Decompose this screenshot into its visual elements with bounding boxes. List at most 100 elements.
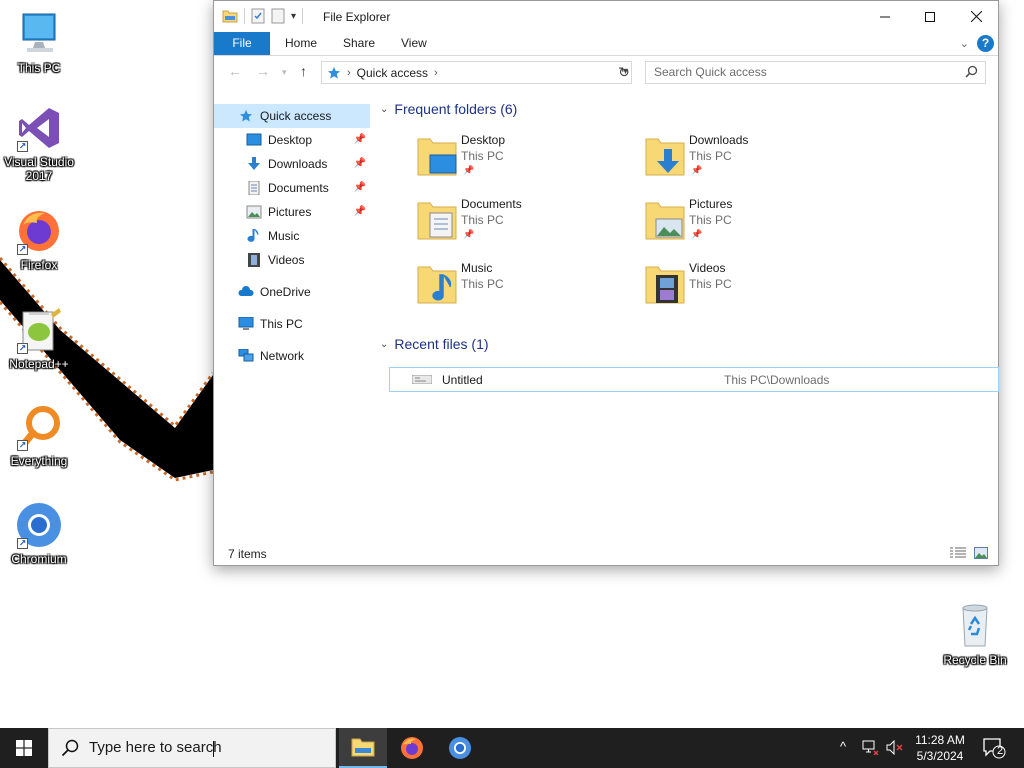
folder-tile-pictures[interactable]: Pictures This PC 📌 <box>644 197 864 253</box>
computer-icon <box>15 10 63 58</box>
folder-tile-downloads[interactable]: Downloads This PC 📌 <box>644 133 864 189</box>
sidebar-item-downloads[interactable]: Downloads 📌 <box>214 152 370 176</box>
desktop-icon-label: Firefox <box>20 258 58 272</box>
desktop-icon-visual-studio[interactable]: ↗ Visual Studio 2017 <box>1 104 77 183</box>
documents-folder-icon <box>417 202 457 240</box>
chromium-icon: ↗ <box>15 501 63 549</box>
minimize-button[interactable] <box>862 1 908 32</box>
desktop-icon-chromium[interactable]: ↗ Chromium <box>1 501 77 566</box>
recent-file-row[interactable]: Untitled This PC\Downloads <box>389 367 999 392</box>
expand-ribbon-icon[interactable]: ⌄ <box>960 37 969 50</box>
folder-name: Desktop <box>461 133 506 147</box>
pictures-folder-icon <box>645 202 685 240</box>
desktop-icon-everything[interactable]: ↗ Everything <box>1 403 77 468</box>
sidebar-item-pictures[interactable]: Pictures 📌 <box>214 200 370 224</box>
folder-location: This PC <box>689 149 732 163</box>
desktop-icon <box>246 133 262 146</box>
desktop-icon-recycle-bin[interactable]: Recycle Bin <box>937 602 1013 667</box>
chromium-icon <box>449 737 471 759</box>
folder-tile-desktop[interactable]: Desktop This PC 📌 <box>416 133 636 189</box>
music-note-icon <box>247 229 259 242</box>
taskbar-search-input[interactable]: Type here to search <box>48 728 336 768</box>
search-icon <box>61 739 79 757</box>
desktop-icon-label: Notepad++ <box>9 357 69 371</box>
sidebar-item-this-pc[interactable]: This PC <box>214 312 370 336</box>
download-arrow-icon <box>248 157 260 170</box>
taskbar-app-chromium[interactable] <box>436 728 484 768</box>
network-status-icon[interactable] <box>862 740 879 755</box>
properties-icon[interactable] <box>251 8 265 24</box>
recent-locations-icon[interactable]: ▾ <box>282 67 287 78</box>
tab-share[interactable]: Share <box>331 32 387 55</box>
desktop-icon-this-pc[interactable]: This PC <box>1 10 77 75</box>
breadcrumb-quick-access[interactable]: Quick access <box>357 66 428 80</box>
computer-icon <box>238 317 254 330</box>
tab-view[interactable]: View <box>389 32 439 55</box>
picture-icon <box>246 205 262 219</box>
folder-tile-videos[interactable]: Videos This PC <box>644 261 864 317</box>
close-icon <box>970 11 982 22</box>
sidebar-item-quick-access[interactable]: Quick access <box>214 104 370 128</box>
pin-icon[interactable]: 📌 <box>354 128 366 152</box>
folder-location: This PC <box>461 149 504 163</box>
sidebar-item-desktop[interactable]: Desktop 📌 <box>214 128 370 152</box>
help-icon[interactable]: ? <box>977 35 994 52</box>
system-clock[interactable]: 11:28 AM 5/3/2024 <box>900 732 980 764</box>
close-button[interactable] <box>953 1 999 32</box>
folder-tile-music[interactable]: Music This PC <box>416 261 636 317</box>
pin-icon: 📌 <box>691 229 703 239</box>
large-icons-view-icon[interactable] <box>974 547 988 559</box>
sidebar-item-onedrive[interactable]: OneDrive <box>214 280 370 304</box>
tab-file[interactable]: File <box>214 32 270 55</box>
clock-time: 11:28 AM <box>915 733 965 747</box>
desktop-icon-firefox[interactable]: ↗ Firefox <box>1 207 77 272</box>
back-arrow-icon[interactable]: ← <box>228 63 242 79</box>
pin-icon[interactable]: 📌 <box>354 152 366 176</box>
sidebar-item-label: Network <box>260 349 305 363</box>
quick-access-toolbar: ▾ <box>222 8 304 24</box>
sidebar-item-documents[interactable]: Documents 📌 <box>214 176 370 200</box>
desktop-icon-label: This PC <box>17 61 61 75</box>
sidebar-item-label: Videos <box>268 253 305 267</box>
folder-location: This PC <box>461 277 504 291</box>
pin-icon[interactable]: 📌 <box>354 176 366 200</box>
search-input[interactable]: Search Quick access <box>645 61 986 84</box>
start-button[interactable] <box>0 728 48 768</box>
sidebar-item-videos[interactable]: Videos <box>214 248 370 272</box>
file-explorer-window: ▾ File Explorer File Home Share View ⌄ ?… <box>213 0 999 566</box>
taskbar-app-firefox[interactable] <box>388 728 436 768</box>
chevron-right-icon: › <box>347 66 351 79</box>
folder-icon[interactable] <box>222 8 238 24</box>
new-folder-icon[interactable] <box>271 8 285 24</box>
recent-files-header[interactable]: ⌄ Recent files (1) <box>380 336 489 352</box>
taskbar-app-file-explorer[interactable] <box>339 728 387 768</box>
maximize-button[interactable] <box>907 1 953 32</box>
title-bar[interactable]: ▾ File Explorer <box>214 1 998 32</box>
customize-toolbar-icon[interactable]: ▾ <box>291 11 296 22</box>
view-switcher <box>950 547 988 559</box>
up-arrow-icon[interactable]: ↑ <box>300 63 307 79</box>
search-icon <box>965 65 978 78</box>
navigation-bar: ← → ▾ ↑ › Quick access › ▾ ↻ Search Quic… <box>214 57 998 89</box>
action-center-button[interactable]: 2 <box>982 737 1006 759</box>
chevron-down-icon: ⌄ <box>380 338 389 350</box>
refresh-icon[interactable]: ↻ <box>615 63 633 81</box>
sidebar-item-label: Music <box>268 229 300 243</box>
taskbar: Type here to search ^ 11:28 AM 5/3/2024 … <box>0 728 1024 768</box>
shortcut-arrow-icon: ↗ <box>17 244 28 255</box>
sidebar-item-music[interactable]: Music <box>214 224 370 248</box>
tab-home[interactable]: Home <box>273 32 329 55</box>
firefox-icon <box>401 737 423 759</box>
pin-icon[interactable]: 📌 <box>354 200 366 224</box>
document-icon <box>248 181 260 195</box>
frequent-folders-header[interactable]: ⌄ Frequent folders (6) <box>380 101 517 117</box>
address-bar[interactable]: › Quick access › ▾ <box>321 61 632 84</box>
pin-icon: 📌 <box>463 165 475 175</box>
folder-tile-documents[interactable]: Documents This PC 📌 <box>416 197 636 253</box>
sidebar-item-network[interactable]: Network <box>214 344 370 368</box>
forward-arrow-icon[interactable]: → <box>256 63 270 79</box>
details-view-icon[interactable] <box>950 547 966 559</box>
desktop-icon-notepad-plus-plus[interactable]: ↗ Notepad++ <box>1 306 77 371</box>
show-hidden-icons-icon[interactable]: ^ <box>840 739 846 754</box>
chevron-right-icon: › <box>434 66 438 79</box>
